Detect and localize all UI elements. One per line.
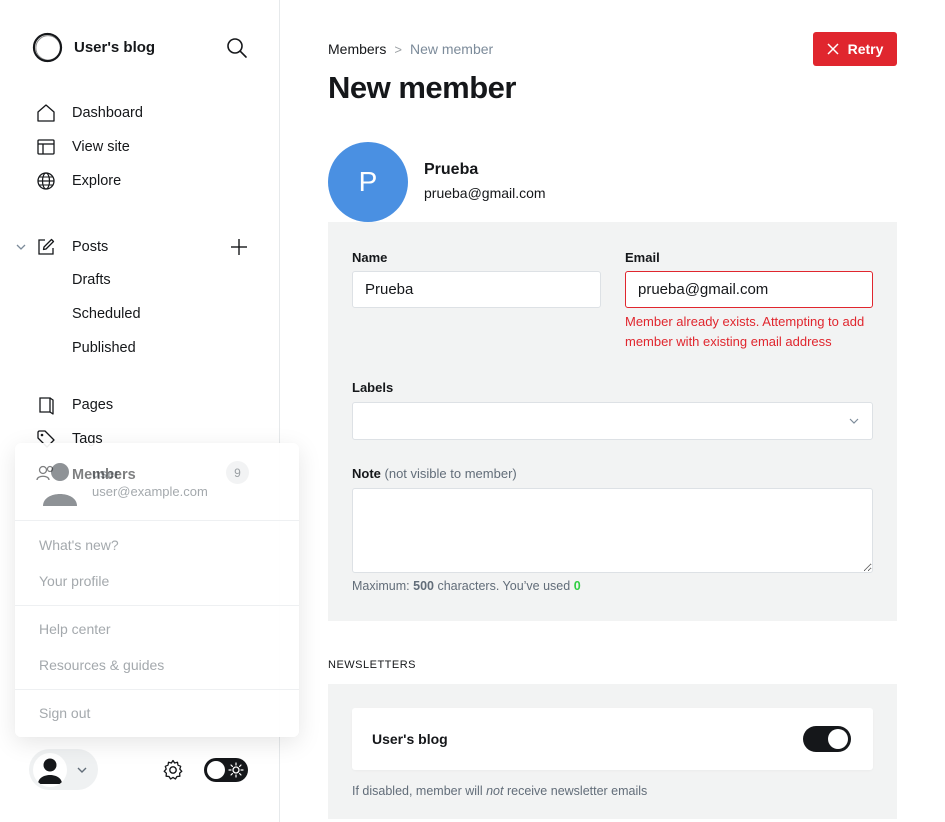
sidebar-item-posts[interactable]: Posts <box>36 235 108 259</box>
breadcrumb-members-link[interactable]: Members <box>328 41 386 57</box>
menu-item-sign-out[interactable]: Sign out <box>39 705 90 721</box>
labels-label: Labels <box>352 380 394 395</box>
menu-divider <box>15 689 299 690</box>
hint-prefix: Maximum: <box>352 579 410 593</box>
layout-icon <box>36 137 56 157</box>
sidebar: User's blog Dashboard View site Explore … <box>0 0 299 822</box>
hint-max: 500 <box>413 579 434 593</box>
breadcrumb-current: New member <box>409 41 494 57</box>
sidebar-item-label: Pages <box>72 397 114 413</box>
search-icon[interactable] <box>226 37 248 59</box>
newsletters-panel: User's blog If disabled, member will not… <box>328 684 897 819</box>
brand-name: User's blog <box>74 39 156 56</box>
member-avatar: P <box>328 142 408 222</box>
breadcrumb-separator-icon: > <box>394 41 402 57</box>
edit-icon <box>36 237 56 257</box>
menu-divider <box>15 605 299 606</box>
sidebar-item-drafts[interactable]: Drafts <box>72 272 111 288</box>
chevron-down-icon[interactable] <box>14 240 28 254</box>
chevron-down-icon <box>77 767 87 773</box>
globe-icon <box>36 171 56 191</box>
chevron-down-icon <box>849 418 859 424</box>
user-menu-email: user@example.com <box>92 484 208 499</box>
hint-used-count: 0 <box>573 579 581 593</box>
home-icon <box>36 103 56 123</box>
note-label-text: Note <box>352 466 381 481</box>
note-char-hint: Maximum: 500 characters. You’ve used 0 <box>352 579 581 593</box>
members-count-badge: 9 <box>226 461 249 484</box>
page-title: New member <box>328 70 516 105</box>
email-error-message: Member already exists. Attempting to add… <box>625 314 865 349</box>
sidebar-item-label: Dashboard <box>72 105 143 121</box>
retry-label: Retry <box>847 41 884 57</box>
news-hint-before: If disabled, member will <box>352 784 483 798</box>
menu-item-whats-new[interactable]: What's new? <box>39 537 119 553</box>
menu-item-resources[interactable]: Resources & guides <box>39 657 164 673</box>
dark-mode-toggle[interactable] <box>204 758 248 782</box>
sidebar-item-label: View site <box>72 139 130 155</box>
avatar <box>33 752 67 787</box>
name-label: Name <box>352 250 388 265</box>
newsletter-hint: If disabled, member will not receive new… <box>352 784 647 798</box>
email-label: Email <box>625 250 660 265</box>
labels-select[interactable] <box>352 402 873 440</box>
sun-icon <box>228 762 244 778</box>
user-dropdown-menu: user user@example.com What's new? Your p… <box>15 443 299 737</box>
note-textarea[interactable] <box>352 488 873 573</box>
account-menu-button[interactable] <box>29 749 98 790</box>
hint-middle: characters. You’ve used <box>437 579 571 593</box>
user-avatar-icon <box>38 758 62 784</box>
newsletters-section-title: NEWSLETTERS <box>328 659 417 671</box>
menu-item-your-profile[interactable]: Your profile <box>39 573 109 589</box>
sidebar-item-members[interactable]: Members <box>36 463 136 486</box>
sidebar-item-label: Posts <box>72 239 109 255</box>
toggle-knob <box>828 729 848 749</box>
member-email: prueba@gmail.com <box>424 185 546 201</box>
newsletter-item: User's blog <box>352 708 873 770</box>
sidebar-item-published[interactable]: Published <box>72 340 136 356</box>
name-input[interactable] <box>352 271 601 308</box>
breadcrumb: Members > New member <box>328 41 493 57</box>
sidebar-item-dashboard[interactable]: Dashboard <box>36 101 143 125</box>
sidebar-item-view-site[interactable]: View site <box>36 135 130 159</box>
sidebar-item-label: Members <box>72 466 136 483</box>
news-hint-em: not <box>486 784 504 798</box>
member-name: Prueba <box>424 161 479 178</box>
sidebar-item-pages[interactable]: Pages <box>36 393 113 417</box>
email-input[interactable] <box>625 271 873 308</box>
plus-icon[interactable] <box>229 237 249 257</box>
newsletter-subscription-toggle[interactable] <box>803 726 851 752</box>
gear-icon[interactable] <box>161 758 185 782</box>
newsletter-name: User's blog <box>372 731 448 747</box>
news-hint-after: receive newsletter emails <box>506 784 648 798</box>
sidebar-item-explore[interactable]: Explore <box>36 169 121 193</box>
note-label: Note (not visible to member) <box>352 466 517 481</box>
sidebar-item-scheduled[interactable]: Scheduled <box>72 306 141 322</box>
note-sublabel: (not visible to member) <box>384 466 517 481</box>
member-details-form: Name Email Member already exists. Attemp… <box>328 222 897 621</box>
brand[interactable]: User's blog <box>32 32 155 63</box>
page-icon <box>36 395 56 415</box>
sidebar-item-label: Explore <box>72 173 122 189</box>
close-icon <box>827 43 839 55</box>
users-icon <box>36 463 56 486</box>
menu-item-help-center[interactable]: Help center <box>39 621 111 637</box>
blog-logo-icon <box>32 32 63 63</box>
retry-button[interactable]: Retry <box>813 32 897 66</box>
toggle-knob <box>207 761 225 779</box>
